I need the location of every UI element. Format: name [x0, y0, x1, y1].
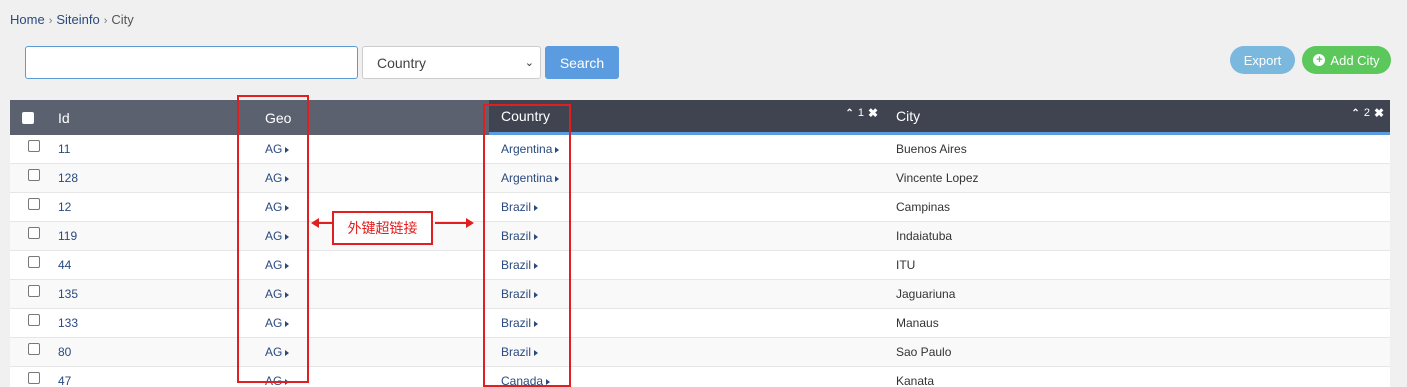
add-city-button[interactable]: + Add City	[1302, 46, 1391, 74]
breadcrumb: Home › Siteinfo › City	[10, 12, 134, 27]
header-id[interactable]: Id	[46, 100, 253, 135]
cell-city: Jaguariuna	[896, 287, 956, 301]
row-checkbox[interactable]	[28, 140, 40, 152]
cell-city: Vincente Lopez	[896, 171, 979, 185]
id-link[interactable]: 80	[46, 345, 71, 359]
id-link[interactable]: 47	[46, 374, 71, 387]
select-all-checkbox[interactable]	[22, 111, 34, 124]
id-link[interactable]: 12	[46, 200, 71, 214]
cell-city: Sao Paulo	[896, 345, 952, 359]
chevron-down-icon: ⌄	[524, 57, 534, 69]
table-body: 11 AG Argentina Buenos Aires 128 AG Argentina V…	[10, 135, 1390, 387]
table-header: Id Geo Country ⌃ 1 ✖ City ⌃ 2 ✖	[10, 100, 1390, 135]
cell-city: Indaiatuba	[896, 229, 953, 243]
row-select-cell	[10, 164, 46, 192]
header-city[interactable]: City ⌃ 2 ✖	[884, 100, 1390, 135]
search-button[interactable]: Search	[545, 46, 619, 79]
table-row[interactable]: 80 AG Brazil Sao Paulo	[10, 338, 1390, 367]
id-link[interactable]: 135	[46, 287, 78, 301]
plus-circle-icon: +	[1313, 54, 1326, 66]
table-row[interactable]: 133 AG Brazil Manaus	[10, 309, 1390, 338]
row-select-cell	[10, 338, 46, 366]
row-checkbox[interactable]	[28, 372, 40, 384]
row-checkbox[interactable]	[28, 169, 40, 181]
cell-id: 80	[46, 338, 253, 366]
export-button[interactable]: Export	[1230, 46, 1295, 74]
row-checkbox[interactable]	[28, 256, 40, 268]
annotation-geo-highlight	[237, 95, 309, 383]
table-row[interactable]: 128 AG Argentina Vincente Lopez	[10, 164, 1390, 193]
table-row[interactable]: 47 AG Canada Kanata	[10, 367, 1390, 387]
row-select-cell	[10, 135, 46, 163]
table-row[interactable]: 119 AG Brazil Indaiatuba	[10, 222, 1390, 251]
row-select-cell	[10, 222, 46, 250]
annotation-arrow-right	[435, 218, 474, 228]
row-select-cell	[10, 251, 46, 279]
add-city-label: Add City	[1330, 52, 1380, 68]
search-input[interactable]	[25, 46, 358, 79]
annotation-country-highlight	[483, 104, 571, 387]
breadcrumb-separator: ›	[48, 15, 53, 27]
breadcrumb-current: City	[111, 12, 134, 27]
breadcrumb-separator: ›	[103, 15, 108, 27]
cell-id: 12	[46, 193, 253, 221]
city-table: Id Geo Country ⌃ 1 ✖ City ⌃ 2 ✖ 11 AG Arge…	[10, 100, 1390, 387]
sort-order: 2	[1363, 107, 1370, 119]
id-link[interactable]: 133	[46, 316, 78, 330]
cell-id: 119	[46, 222, 253, 250]
sort-order: 1	[857, 107, 864, 119]
sort-up-icon: ⌃	[1351, 107, 1360, 119]
row-select-cell	[10, 193, 46, 221]
id-link[interactable]: 44	[46, 258, 71, 272]
header-select-all	[10, 100, 46, 135]
country-filter-select[interactable]: Country ⌄	[362, 46, 541, 79]
cell-id: 11	[46, 135, 253, 163]
row-checkbox[interactable]	[28, 198, 40, 210]
row-select-cell	[10, 280, 46, 308]
sort-indicator: ⌃ 1 ✖	[845, 106, 878, 120]
row-checkbox[interactable]	[28, 314, 40, 326]
remove-sort-icon[interactable]: ✖	[1374, 106, 1384, 120]
country-filter-value: Country	[377, 54, 427, 71]
row-checkbox[interactable]	[28, 227, 40, 239]
breadcrumb-siteinfo[interactable]: Siteinfo	[56, 12, 99, 27]
remove-sort-icon[interactable]: ✖	[868, 106, 878, 120]
cell-city: Campinas	[896, 200, 951, 214]
table-row[interactable]: 135 AG Brazil Jaguariuna	[10, 280, 1390, 309]
row-checkbox[interactable]	[28, 343, 40, 355]
cell-id: 44	[46, 251, 253, 279]
id-link[interactable]: 11	[46, 142, 70, 156]
cell-city: Kanata	[896, 374, 935, 387]
export-label: Export	[1243, 52, 1282, 68]
row-checkbox[interactable]	[28, 285, 40, 297]
cell-id: 128	[46, 164, 253, 192]
id-link[interactable]: 119	[46, 229, 77, 243]
breadcrumb-home[interactable]: Home	[10, 12, 45, 27]
row-select-cell	[10, 367, 46, 387]
cell-city: Manaus	[896, 316, 939, 330]
table-row[interactable]: 44 AG Brazil ITU	[10, 251, 1390, 280]
cell-id: 133	[46, 309, 253, 337]
annotation-arrow-left	[311, 218, 332, 228]
cell-id: 47	[46, 367, 253, 387]
cell-city: ITU	[896, 258, 916, 272]
cell-id: 135	[46, 280, 253, 308]
sort-up-icon: ⌃	[845, 107, 854, 119]
sort-indicator: ⌃ 2 ✖	[1351, 106, 1384, 120]
table-row[interactable]: 11 AG Argentina Buenos Aires	[10, 135, 1390, 164]
row-select-cell	[10, 309, 46, 337]
cell-city: Buenos Aires	[896, 142, 967, 156]
id-link[interactable]: 128	[46, 171, 78, 185]
table-row[interactable]: 12 AG Brazil Campinas	[10, 193, 1390, 222]
annotation-label: 外键超链接	[332, 211, 433, 245]
